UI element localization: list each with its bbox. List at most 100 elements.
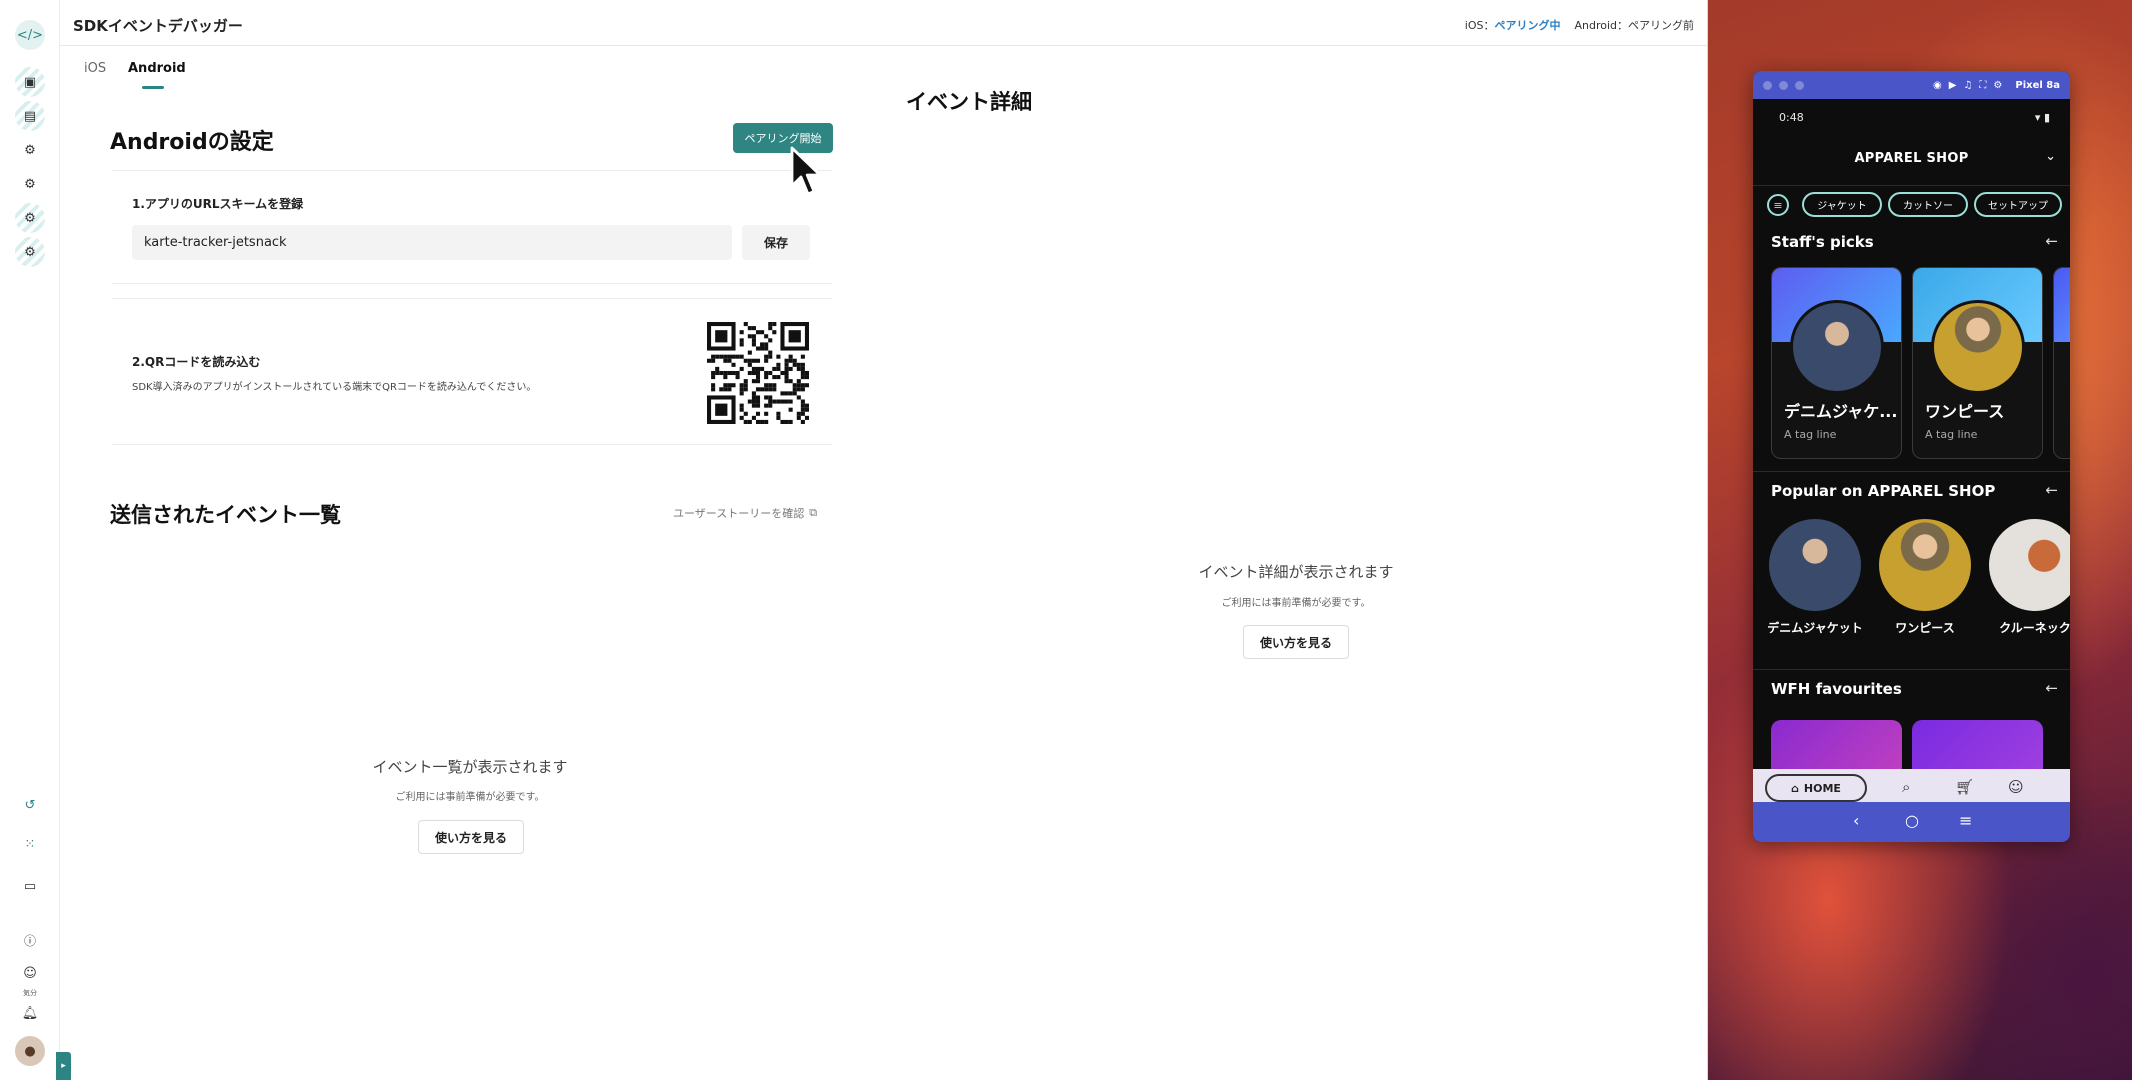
chip-cutsew[interactable]: カットソー (1888, 192, 1968, 217)
app-title: SDKイベントデバッガー (73, 17, 243, 35)
apps-grid-icon[interactable]: ⁙ (15, 829, 45, 859)
search-icon[interactable]: ⌕ (1902, 778, 1910, 796)
events-empty-description: ご利用には事前準備が必要です。 (395, 792, 545, 803)
gear-icon[interactable]: ⚙ (15, 203, 45, 233)
home-icon: ⌂ (1791, 781, 1799, 795)
tab-android[interactable]: Android (128, 61, 186, 76)
detail-empty-title: イベント詳細が表示されます (1198, 563, 1394, 581)
divider (1753, 669, 2070, 670)
chip-setup[interactable]: セットアップ (1974, 192, 2062, 217)
gear-icon[interactable]: ⚙ (15, 237, 45, 267)
popular-item[interactable]: クルーネック (1987, 519, 2070, 636)
nav-home-label: HOME (1803, 781, 1841, 795)
battery-icon: ▾ ▮ (2034, 111, 2050, 124)
filter-icon[interactable]: ≡ (1767, 194, 1789, 216)
gear-icon[interactable]: ⚙ (1993, 80, 2002, 91)
menu-icon[interactable]: ≡ (1959, 811, 1972, 830)
arrow-left-icon[interactable]: ← (2045, 679, 2058, 697)
step2-description: SDK導入済みのアプリがインストールされている端末でQRコードを読み込んでくださ… (132, 382, 537, 393)
ios-status-value: ペアリング中 (1494, 19, 1561, 32)
left-rail: </> ▣ ▤ ⚙ ⚙ ⚙ ⚙ ↺ ⁙ ▭ ⓘ ☺ 気分 🔔︎ ● (0, 0, 60, 1080)
window-minimize-button[interactable] (1779, 80, 1788, 90)
expand-rail-button[interactable]: ▸ (56, 1052, 71, 1080)
android-status-value: ペアリング前 (1628, 19, 1694, 32)
pick-card[interactable]: ワンピース A tag line (1912, 267, 2043, 459)
emulator-toolbar: ◉ ▶ ♫ ⛶ ⚙ Pixel 8a (1933, 80, 2060, 91)
mood-label: 気分 (23, 989, 37, 997)
gear-icon[interactable]: ⚙ (15, 135, 45, 165)
window-icon[interactable]: ▭ (15, 871, 45, 901)
events-howto-button[interactable]: 使い方を見る (418, 820, 524, 854)
ios-status: iOS：ペアリング中 (1465, 17, 1561, 33)
product-image (1879, 519, 1971, 611)
shop-name: APPAREL SHOP (1854, 151, 1969, 166)
settings-title: Androidの設定 (110, 130, 274, 155)
events-title: 送信されたイベント一覧 (110, 503, 341, 527)
section-title-popular: Popular on APPAREL SHOP (1771, 482, 1996, 500)
window-close-button[interactable] (1763, 80, 1772, 90)
popular-item-label: ワンピース (1895, 621, 1955, 635)
popular-item[interactable]: ワンピース (1877, 519, 1973, 636)
pick-tag: A tag line (1784, 428, 1837, 441)
product-image (1769, 519, 1861, 611)
phone-screen: 0:48 ▾ ▮ APPAREL SHOP ⌄ ≡ ジャケット カットソー セッ… (1753, 99, 2070, 842)
fullscreen-icon[interactable]: ⛶ (1979, 80, 1986, 91)
account-icon[interactable]: ☺ (2008, 778, 2024, 796)
divider (1753, 185, 2070, 186)
ios-status-label: iOS： (1464, 19, 1495, 32)
divider (112, 283, 832, 284)
bell-icon[interactable]: 🔔︎ (15, 998, 45, 1028)
android-status-label: Android： (1574, 19, 1628, 32)
history-icon[interactable]: ↺ (15, 790, 45, 820)
cart-icon[interactable]: 🛒︎ (1955, 778, 1974, 796)
save-button[interactable]: 保存 (742, 225, 810, 260)
popular-item-label: デニムジャケット (1767, 621, 1863, 635)
pick-card[interactable]: デニムジャケ... A tag line (1771, 267, 1902, 459)
phone-status-bar: 0:48 ▾ ▮ (1779, 111, 2050, 124)
qr-code (707, 322, 809, 424)
dashboard-icon[interactable]: ▣ (15, 67, 45, 97)
url-scheme-input[interactable] (132, 225, 732, 260)
card-background (2054, 268, 2070, 342)
arrow-left-icon[interactable]: ← (2045, 232, 2058, 250)
arrow-left-icon[interactable]: ← (2045, 481, 2058, 499)
gear-icon[interactable]: ⚙ (15, 169, 45, 199)
phone-time: 0:48 (1779, 111, 1804, 124)
header: SDKイベントデバッガー iOS：ペアリング中 Android：ペアリング前 (60, 0, 1707, 46)
step1-label: 1.アプリのURLスキームを登録 (132, 197, 304, 211)
android-status: Android：ペアリング前 (1574, 17, 1694, 33)
document-icon[interactable]: ▤ (15, 101, 45, 131)
pick-tag: A tag line (1925, 428, 1978, 441)
tab-ios[interactable]: iOS (84, 61, 106, 76)
product-image (1931, 300, 2025, 394)
popular-item-label: クルーネック (1999, 621, 2070, 635)
emulator-titlebar: ◉ ▶ ♫ ⛶ ⚙ Pixel 8a (1753, 71, 2070, 99)
home-circle-icon[interactable]: ○ (1905, 811, 1919, 830)
section-title-staffs-picks: Staff's picks (1771, 233, 1874, 251)
back-icon[interactable]: ‹ (1853, 811, 1859, 830)
detail-howto-button[interactable]: 使い方を見る (1243, 625, 1349, 659)
user-story-link[interactable]: ユーザーストーリーを確認 ⧉ (673, 505, 817, 521)
video-icon[interactable]: ▶ (1949, 80, 1957, 91)
chevron-down-icon[interactable]: ⌄ (2045, 149, 2056, 164)
section-title-wfh: WFH favourites (1771, 680, 1902, 698)
pick-card[interactable] (2053, 267, 2070, 459)
window-zoom-button[interactable] (1795, 80, 1804, 90)
avatar[interactable]: ● (15, 1036, 45, 1066)
camera-icon[interactable]: ◉ (1933, 80, 1942, 91)
nav-home[interactable]: ⌂ HOME (1765, 774, 1867, 802)
user-story-link-label: ユーザーストーリーを確認 (673, 507, 805, 520)
product-image (1790, 300, 1884, 394)
mood-icon[interactable]: ☺ 気分 (15, 958, 45, 998)
pick-name: ワンピース (1925, 402, 2005, 421)
chip-jacket[interactable]: ジャケット (1802, 192, 1882, 217)
android-system-nav: ‹ ○ ≡ (1753, 802, 2070, 842)
mouse-cursor-icon (790, 146, 822, 196)
divider (112, 298, 832, 299)
code-icon[interactable]: </> (15, 20, 45, 50)
detail-empty-description: ご利用には事前準備が必要です。 (1221, 598, 1371, 609)
help-icon[interactable]: ⓘ (15, 925, 45, 955)
popular-item[interactable]: デニムジャケット (1767, 519, 1863, 636)
headphones-icon[interactable]: ♫ (1963, 80, 1972, 91)
pairing-status: iOS：ペアリング中 Android：ペアリング前 (1465, 17, 1694, 33)
